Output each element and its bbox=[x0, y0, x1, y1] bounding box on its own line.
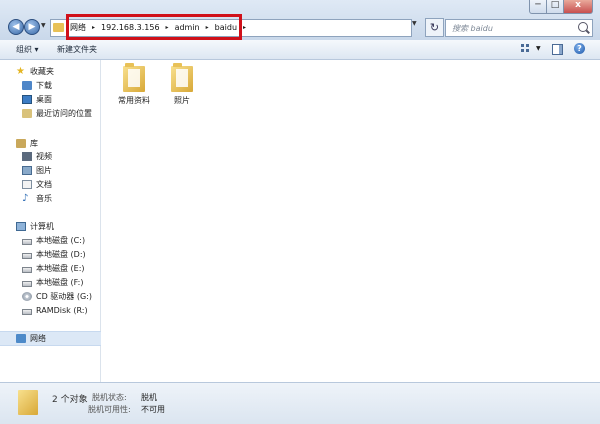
hard-drive-icon bbox=[22, 238, 32, 245]
folder-icon bbox=[171, 63, 193, 92]
folder-icon bbox=[123, 63, 145, 92]
recent-pages-dropdown-icon[interactable]: ▼ bbox=[41, 22, 46, 29]
change-view-icon[interactable] bbox=[521, 44, 531, 53]
network-icon bbox=[16, 334, 26, 343]
desktop-icon bbox=[22, 95, 32, 104]
new-folder-button[interactable]: 新建文件夹 bbox=[57, 44, 97, 55]
folder-icon bbox=[53, 23, 64, 32]
minimize-button[interactable]: ─ bbox=[529, 0, 547, 14]
offline-availability-label: 脱机可用性: bbox=[88, 405, 131, 414]
sidebar-item-network[interactable]: 网络 bbox=[0, 331, 116, 346]
cd-drive-icon bbox=[22, 292, 32, 301]
video-icon bbox=[22, 152, 32, 161]
star-icon: ★ bbox=[16, 66, 25, 77]
maximize-button[interactable]: □ bbox=[546, 0, 564, 14]
music-icon: ♪ bbox=[22, 193, 29, 204]
offline-availability-value: 不可用 bbox=[141, 405, 165, 414]
address-highlight-box bbox=[66, 14, 242, 40]
hard-drive-icon bbox=[22, 252, 32, 259]
hard-drive-icon bbox=[22, 280, 32, 287]
refresh-button[interactable]: ↻ bbox=[425, 18, 444, 37]
sidebar-item-favorites[interactable]: ★ 收藏夹 bbox=[0, 65, 116, 78]
folder-item[interactable]: 常用资料 bbox=[114, 63, 154, 106]
details-pane: 2 个对象 脱机状态: 脱机 脱机可用性: 不可用 bbox=[0, 382, 600, 424]
explorer-window: ─ □ x ◀ ▶ ▼ 网络 ▸ 192.168.3.156 ▸ admin ▸… bbox=[0, 0, 600, 424]
preview-pane-icon[interactable] bbox=[552, 44, 563, 55]
close-button[interactable]: x bbox=[563, 0, 593, 14]
folder-name: 常用资料 bbox=[118, 96, 150, 105]
offline-status-label: 脱机状态: bbox=[92, 393, 127, 402]
search-placeholder: 搜索 baidu bbox=[452, 24, 493, 33]
hard-drive-icon bbox=[22, 308, 32, 315]
navigation-pane: ★ 收藏夹 下载 桌面 最近访问的位置 库 视频 图片 文档 ♪ 音乐 计算机 … bbox=[0, 60, 116, 382]
computer-icon bbox=[16, 222, 26, 231]
recent-places-icon bbox=[22, 109, 32, 118]
document-icon bbox=[22, 180, 32, 189]
organize-button[interactable]: 组织 ▾ bbox=[16, 44, 39, 55]
command-toolbar: 组织 ▾ 新建文件夹 ▼ ? bbox=[0, 40, 600, 60]
offline-status-value: 脱机 bbox=[141, 393, 157, 402]
library-icon bbox=[16, 139, 26, 148]
help-icon[interactable]: ? bbox=[574, 43, 585, 54]
search-input[interactable]: 搜索 baidu bbox=[445, 19, 593, 37]
chevron-right-icon[interactable]: ▸ bbox=[243, 24, 246, 31]
file-list: 常用资料 照片 bbox=[101, 60, 600, 382]
address-history-dropdown-icon[interactable]: ▼ bbox=[412, 20, 417, 27]
downloads-icon bbox=[22, 81, 32, 90]
hard-drive-icon bbox=[22, 266, 32, 273]
view-options-dropdown-icon[interactable]: ▼ bbox=[536, 45, 541, 52]
back-button[interactable]: ◀ bbox=[8, 19, 24, 35]
title-address-bar: ─ □ x ◀ ▶ ▼ 网络 ▸ 192.168.3.156 ▸ admin ▸… bbox=[0, 0, 600, 41]
sidebar-item-libraries[interactable]: 库 bbox=[0, 137, 116, 150]
folder-item[interactable]: 照片 bbox=[162, 63, 202, 106]
forward-button[interactable]: ▶ bbox=[24, 19, 40, 35]
sidebar-item-computer[interactable]: 计算机 bbox=[0, 220, 116, 233]
item-count: 2 个对象 bbox=[52, 395, 88, 405]
search-icon[interactable] bbox=[578, 22, 588, 32]
folder-icon bbox=[18, 390, 38, 415]
folder-name: 照片 bbox=[174, 96, 190, 105]
picture-icon bbox=[22, 166, 32, 175]
